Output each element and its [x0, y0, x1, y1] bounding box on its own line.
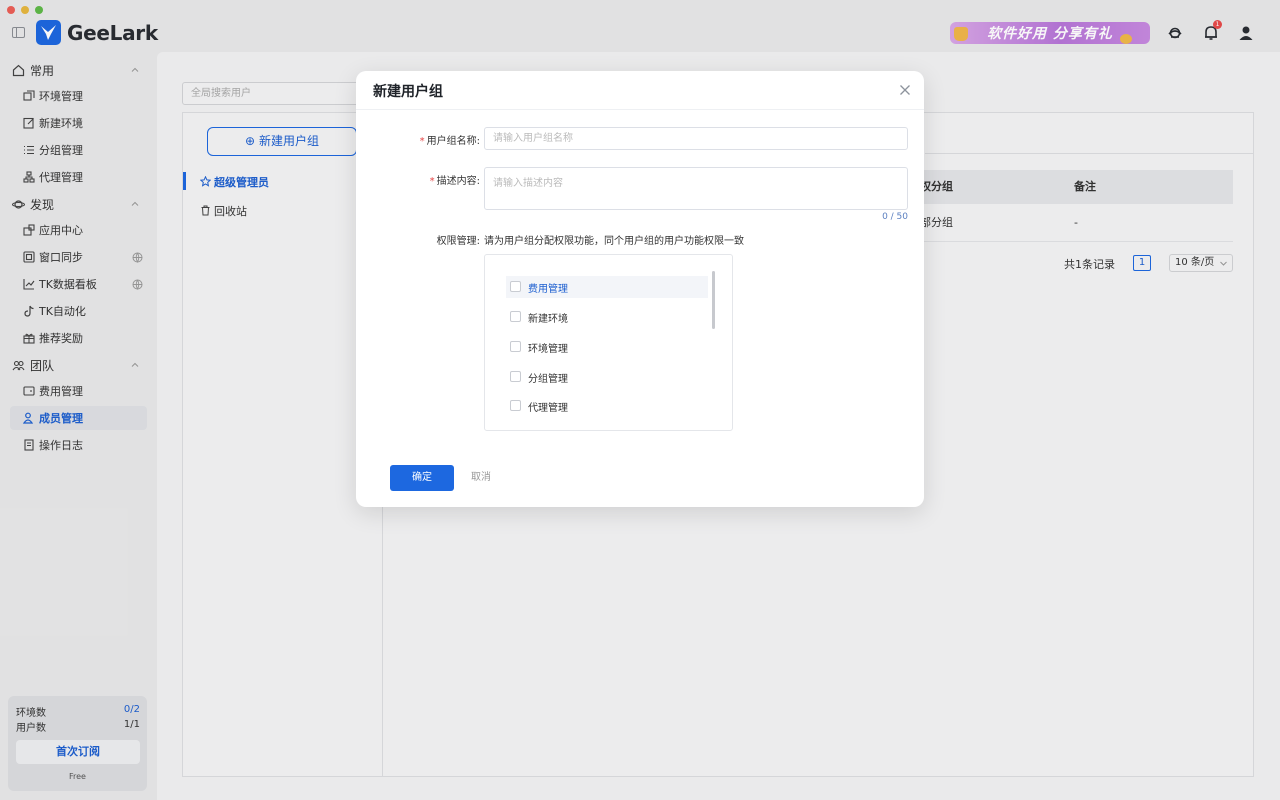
permission-tree: 费用管理 新建环境 环境管理 分组管理 代理管理 — [484, 254, 733, 431]
confirm-button[interactable]: 确定 — [390, 465, 454, 491]
permission-label: 分组管理 — [528, 373, 568, 385]
permission-checkbox[interactable] — [510, 341, 521, 352]
permission-label: 权限管理: — [436, 236, 480, 247]
required-mark: * — [429, 176, 435, 187]
permission-hint: 请为用户组分配权限功能，同个用户组的用户功能权限一致 — [484, 236, 744, 247]
dialog-title: 新建用户组 — [373, 84, 443, 100]
group-name-label: * 用户组名称: — [386, 132, 480, 147]
description-counter: 0 / 50 — [882, 212, 908, 222]
permission-item-group-manage[interactable]: 分组管理 — [506, 366, 708, 388]
permission-checkbox[interactable] — [510, 371, 521, 382]
permission-label: 环境管理 — [528, 343, 568, 355]
group-name-input[interactable]: 请输入用户组名称 — [484, 127, 908, 150]
permission-item-env-manage[interactable]: 环境管理 — [506, 336, 708, 358]
group-name-label-text: 用户组名称: — [426, 136, 480, 147]
permission-label: 代理管理 — [528, 402, 568, 414]
permission-item-new-env[interactable]: 新建环境 — [506, 306, 708, 328]
description-label: * 描述内容: — [386, 172, 480, 187]
tree-scrollbar[interactable] — [712, 271, 715, 329]
close-icon[interactable] — [899, 84, 911, 96]
new-user-group-dialog: 新建用户组 * 用户组名称: 请输入用户组名称 * 描述内容: 请输入描述内容 0 … — [356, 71, 924, 507]
required-mark: * — [419, 136, 425, 147]
description-textarea[interactable]: 请输入描述内容 — [484, 167, 908, 210]
permission-item-billing[interactable]: 费用管理 — [506, 276, 708, 298]
dialog-divider — [356, 109, 924, 110]
description-label-text: 描述内容: — [436, 176, 480, 187]
cancel-button[interactable]: 取消 — [466, 465, 496, 491]
permission-checkbox[interactable] — [510, 400, 521, 411]
permission-checkbox[interactable] — [510, 281, 521, 292]
permission-label: 费用管理 — [528, 283, 568, 295]
permission-item-proxy-manage[interactable]: 代理管理 — [506, 395, 708, 417]
permission-checkbox[interactable] — [510, 311, 521, 322]
permission-label: 新建环境 — [528, 313, 568, 325]
